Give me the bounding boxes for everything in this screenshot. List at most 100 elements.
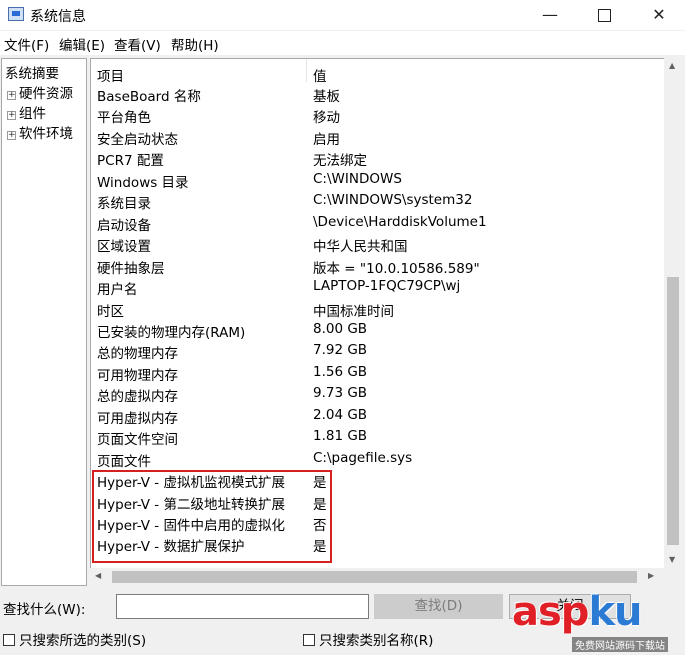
table-row[interactable]: 区域设置 中华人民共和国 xyxy=(91,233,664,256)
row-item-cell: 页面文件 xyxy=(97,453,151,470)
minimize-button[interactable]: — xyxy=(527,0,573,30)
scroll-left-icon[interactable]: ◀ xyxy=(95,571,101,580)
menu-bar: 文件(F) 编辑(E) 查看(V) 帮助(H) xyxy=(0,31,685,55)
row-value-cell: 是 xyxy=(313,475,327,492)
row-item-cell: 可用虚拟内存 xyxy=(97,410,178,427)
table-row[interactable]: 页面文件空间 1.81 GB xyxy=(91,426,664,448)
row-value-cell: C:\pagefile.sys xyxy=(313,449,413,466)
checkbox-label: 只搜索类别名称(R) xyxy=(319,633,434,649)
tree-item-system-summary[interactable]: 系统摘要 xyxy=(5,62,59,82)
expand-icon[interactable]: + xyxy=(7,111,16,120)
horizontal-scrollbar[interactable]: ◀ ▶ xyxy=(90,568,664,585)
row-item-cell: Hyper-V - 固件中启用的虚拟化 xyxy=(97,518,285,534)
row-item-cell: 区域设置 xyxy=(97,239,151,256)
row-value-cell: 启用 xyxy=(313,131,340,148)
row-item-cell: 用户名 xyxy=(97,282,138,299)
menu-help[interactable]: 帮助(H) xyxy=(171,34,219,54)
scroll-up-icon[interactable]: ▲ xyxy=(669,61,675,70)
table-row[interactable]: 平台角色 移动 xyxy=(91,104,664,127)
checkbox-icon[interactable] xyxy=(303,634,315,646)
find-button[interactable]: 查找(D) xyxy=(374,594,503,619)
row-value-cell: 8.00 GB xyxy=(313,320,368,337)
menu-view[interactable]: 查看(V) xyxy=(114,34,161,54)
table-row[interactable]: Hyper-V - 数据扩展保护 是 xyxy=(91,533,664,556)
tree-item-components[interactable]: + 组件 xyxy=(7,102,46,122)
row-item-cell: Hyper-V - 第二级地址转换扩展 xyxy=(97,496,285,513)
table-row[interactable]: 启动设备 \Device\HarddiskVolume1 xyxy=(91,212,664,234)
title-bar: 系统信息 — ✕ xyxy=(0,0,685,30)
table-row[interactable]: Hyper-V - 第二级地址转换扩展 是 xyxy=(91,491,664,513)
horizontal-scroll-thumb[interactable] xyxy=(112,571,637,583)
table-row[interactable]: 可用物理内存 1.56 GB xyxy=(91,362,664,384)
find-input[interactable] xyxy=(116,594,369,619)
row-item-cell: PCR7 配置 xyxy=(97,153,164,170)
table-row[interactable]: 已安装的物理内存(RAM) 8.00 GB xyxy=(91,319,664,341)
row-item-cell: Windows 目录 xyxy=(97,174,189,191)
table-row[interactable]: 安全启动状态 启用 xyxy=(91,126,664,148)
table-row[interactable]: 总的物理内存 7.92 GB xyxy=(91,340,664,362)
row-item-cell: BaseBoard 名称 xyxy=(97,89,201,105)
table-row[interactable]: Windows 目录 C:\WINDOWS xyxy=(91,169,664,191)
table-row[interactable]: 页面文件 C:\pagefile.sys xyxy=(91,448,664,470)
row-value-cell: 7.92 GB xyxy=(313,342,368,359)
tree-item-hardware[interactable]: + 硬件资源 xyxy=(7,82,73,102)
row-value-cell: 中国标准时间 xyxy=(313,303,394,320)
row-value-cell: 中华人民共和国 xyxy=(313,239,408,256)
table-row[interactable]: Hyper-V - 固件中启用的虚拟化 否 xyxy=(91,512,664,534)
checkbox-label: 只搜索所选的类别(S) xyxy=(19,633,147,649)
tree-item-software[interactable]: + 软件环境 xyxy=(7,122,73,142)
table-row[interactable]: Hyper-V - 虚拟机监视模式扩展 是 xyxy=(91,469,664,492)
row-value-cell: 1.56 GB xyxy=(313,363,368,380)
expand-icon[interactable]: + xyxy=(7,131,16,140)
row-value-cell: LAPTOP-1FQC79CP\wj xyxy=(313,278,461,295)
checkbox-icon[interactable] xyxy=(3,634,15,646)
row-value-cell: 否 xyxy=(313,518,327,534)
details-list: 项目 值 BaseBoard 名称 基板 平台角色 移动 安全启动状态 启用 PCR7 配置… xyxy=(90,58,664,568)
vertical-scroll-thumb[interactable] xyxy=(667,277,679,545)
table-row[interactable]: BaseBoard 名称 基板 xyxy=(91,83,664,105)
vertical-scrollbar[interactable]: ▲ ▼ xyxy=(664,58,681,568)
row-value-cell: 版本 = "10.0.10586.589" xyxy=(313,260,480,277)
row-value-cell: C:\WINDOWS\system32 xyxy=(313,192,473,209)
window-title: 系统信息 xyxy=(30,9,86,25)
close-window-button[interactable]: ✕ xyxy=(636,0,682,30)
column-header-item[interactable]: 项目 xyxy=(97,65,124,85)
tree-item-label: 硬件资源 xyxy=(19,86,73,102)
table-row[interactable]: 用户名 LAPTOP-1FQC79CP\wj xyxy=(91,276,664,299)
scroll-down-icon[interactable]: ▼ xyxy=(669,555,675,564)
table-row[interactable]: 硬件抽象层 版本 = "10.0.10586.589" xyxy=(91,255,664,277)
table-row[interactable]: 可用虚拟内存 2.04 GB xyxy=(91,405,664,427)
maximize-button[interactable] xyxy=(581,0,627,30)
row-item-cell: Hyper-V - 虚拟机监视模式扩展 xyxy=(97,475,285,492)
table-row[interactable]: PCR7 配置 无法绑定 xyxy=(91,147,664,170)
row-item-cell: 安全启动状态 xyxy=(97,131,178,148)
row-item-cell: 总的虚拟内存 xyxy=(97,389,178,406)
row-value-cell: 2.04 GB xyxy=(313,406,368,423)
table-row[interactable]: 总的虚拟内存 9.73 GB xyxy=(91,383,664,406)
expand-icon[interactable]: + xyxy=(7,91,16,100)
row-item-cell: 可用物理内存 xyxy=(97,367,178,384)
row-value-cell: 是 xyxy=(313,496,327,513)
column-header-value[interactable]: 值 xyxy=(313,65,327,85)
category-tree: 系统摘要 + 硬件资源 + 组件 + 软件环境 xyxy=(1,58,87,586)
find-label: 查找什么(W): xyxy=(3,602,86,618)
scroll-right-icon[interactable]: ▶ xyxy=(648,571,654,580)
row-value-cell: 9.73 GB xyxy=(313,385,368,402)
menu-edit[interactable]: 编辑(E) xyxy=(59,34,105,54)
menu-file[interactable]: 文件(F) xyxy=(4,34,49,54)
search-selected-category-checkbox[interactable]: 只搜索所选的类别(S) xyxy=(3,629,146,649)
row-item-cell: 硬件抽象层 xyxy=(97,260,165,277)
row-value-cell: C:\WINDOWS xyxy=(313,170,402,187)
table-row[interactable]: 时区 中国标准时间 xyxy=(91,298,664,320)
row-value-cell: 1.81 GB xyxy=(313,428,368,445)
row-value-cell: 是 xyxy=(313,539,327,556)
table-row[interactable]: 系统目录 C:\WINDOWS\system32 xyxy=(91,190,664,212)
maximize-icon xyxy=(597,9,611,22)
row-value-cell: 基板 xyxy=(313,89,340,105)
watermark-logo: aspku xyxy=(512,589,643,635)
column-separator[interactable] xyxy=(306,59,307,82)
row-item-cell: Hyper-V - 数据扩展保护 xyxy=(97,539,245,556)
row-value-cell: 移动 xyxy=(313,110,340,127)
search-category-names-checkbox[interactable]: 只搜索类别名称(R) xyxy=(303,629,433,649)
tree-item-label: 软件环境 xyxy=(19,126,73,142)
